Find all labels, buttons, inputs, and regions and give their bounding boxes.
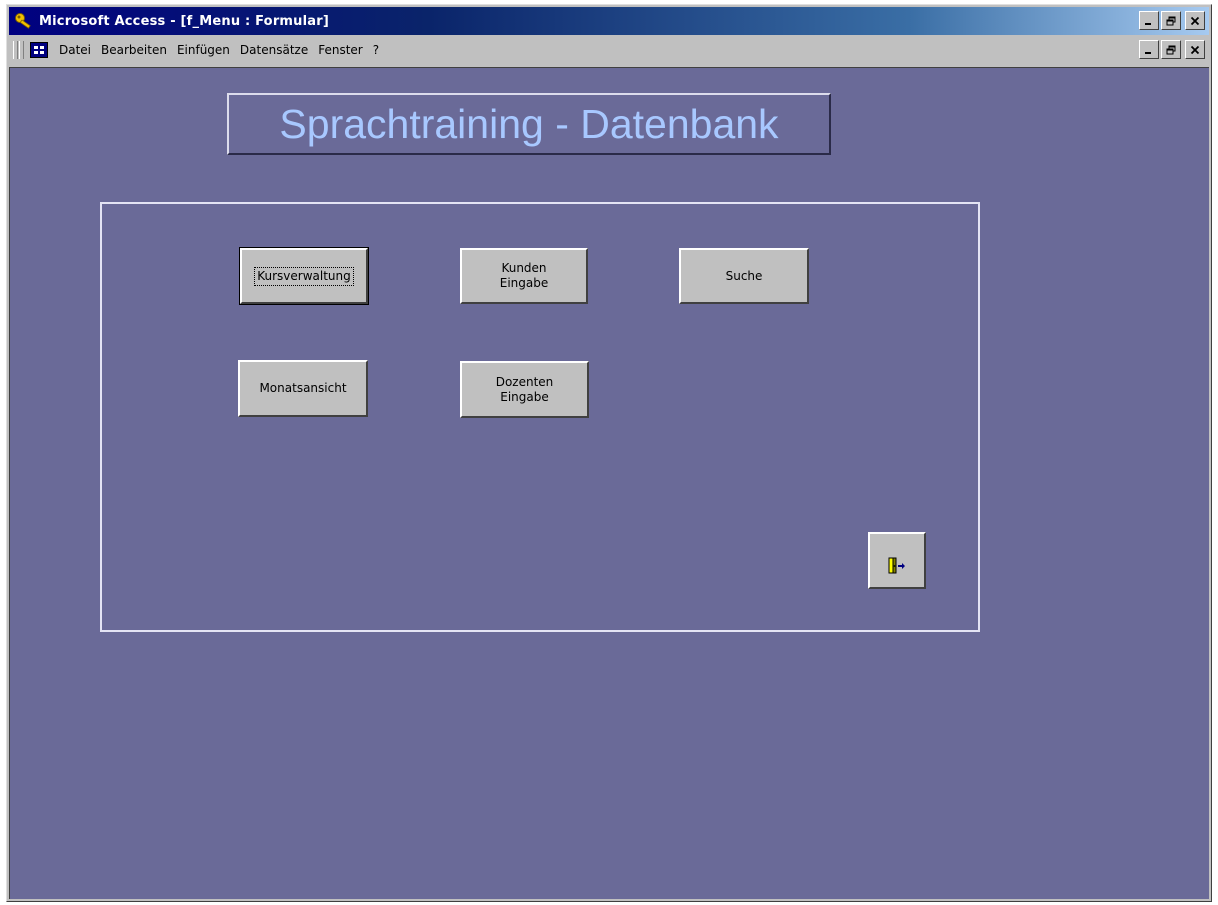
kunden-eingabe-button[interactable]: Kunden Eingabe — [460, 248, 588, 304]
child-close-button[interactable] — [1185, 40, 1205, 59]
close-button[interactable] — [1185, 11, 1205, 30]
child-restore-button[interactable] — [1161, 40, 1181, 59]
kursverwaltung-button-label: Kursverwaltung — [254, 266, 354, 286]
menu-help[interactable]: ? — [368, 43, 384, 57]
menu-bar: Datei Bearbeiten Einfügen Datensätze Fen… — [9, 37, 1209, 63]
menu-form: Sprachtraining - Datenbank Kursverwaltun… — [9, 67, 1209, 899]
dozenten-eingabe-button[interactable]: Dozenten Eingabe — [460, 361, 589, 418]
menu-einfuegen[interactable]: Einfügen — [172, 43, 235, 57]
kunden-eingabe-button-label: Kunden Eingabe — [499, 261, 549, 290]
suche-button-label: Suche — [725, 268, 763, 283]
exit-button[interactable] — [868, 532, 926, 589]
title-bar[interactable]: Microsoft Access - [f_Menu : Formular] — [9, 7, 1209, 35]
window-title: Microsoft Access - [f_Menu : Formular] — [39, 13, 330, 29]
menu-datensaetze[interactable]: Datensätze — [235, 43, 313, 57]
monatsansicht-button-label: Monatsansicht — [259, 381, 347, 395]
menu-bearbeiten[interactable]: Bearbeiten — [96, 43, 172, 57]
toolbar-grip[interactable] — [19, 41, 24, 59]
dozenten-eingabe-button-label: Dozenten Eingabe — [495, 374, 554, 404]
toolbar-grip[interactable] — [13, 41, 18, 59]
form-document-icon[interactable] — [30, 42, 48, 58]
child-minimize-button[interactable] — [1139, 40, 1159, 59]
menu-fenster[interactable]: Fenster — [313, 43, 368, 57]
suche-button[interactable]: Suche — [679, 248, 809, 304]
form-title: Sprachtraining - Datenbank — [227, 93, 831, 155]
monatsansicht-button[interactable]: Monatsansicht — [238, 360, 368, 417]
access-window: Microsoft Access - [f_Menu : Formular] D… — [6, 4, 1212, 902]
kursverwaltung-button[interactable]: Kursverwaltung — [239, 247, 369, 305]
access-key-icon — [13, 10, 35, 32]
menu-datei[interactable]: Datei — [54, 43, 96, 57]
restore-button[interactable] — [1161, 11, 1181, 30]
exit-door-icon — [886, 541, 908, 580]
minimize-button[interactable] — [1139, 11, 1159, 30]
